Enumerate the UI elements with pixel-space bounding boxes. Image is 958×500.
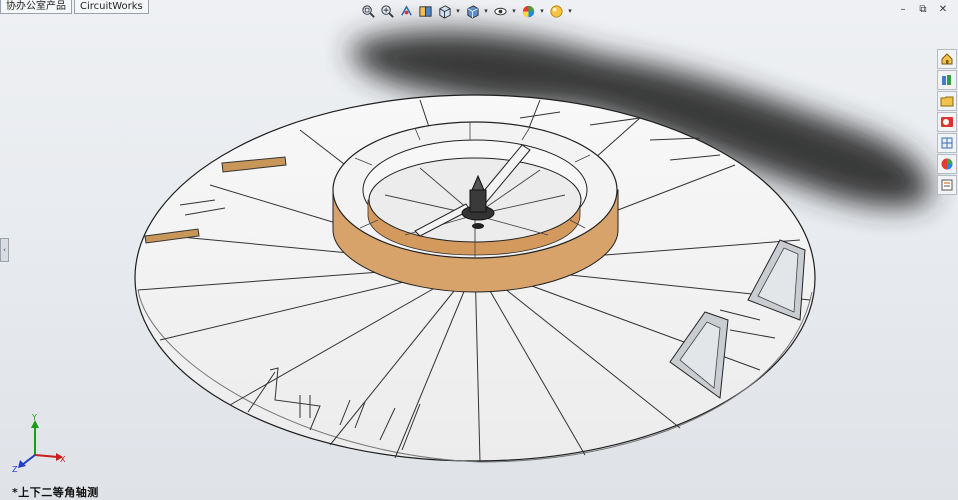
file-explorer-icon[interactable] [937,91,957,111]
restore-button[interactable]: ⧉ [916,4,930,15]
close-button[interactable]: ✕ [936,4,950,15]
window-controls: – ⧉ ✕ [896,4,950,15]
chevron-down-icon[interactable]: ▾ [455,3,461,19]
triad-x-label: X [60,455,66,464]
graphics-area[interactable]: Y X Z [0,0,958,500]
appearances-icon[interactable] [937,154,957,174]
heads-up-view-toolbar: ▾ ▾ ▾ ▾ ▾ [360,2,573,20]
search-icon[interactable] [937,112,957,132]
minimize-button[interactable]: – [896,4,910,15]
task-pane-tabs [937,49,957,195]
triad-y-label: Y [31,413,37,422]
design-library-icon[interactable] [937,70,957,90]
chevron-down-icon[interactable]: ▾ [511,3,517,19]
previous-view-icon[interactable] [398,3,414,19]
view-palette-icon[interactable] [937,133,957,153]
triad-z-label: Z [12,465,18,474]
feature-manager-collapse-handle[interactable]: ‹ [0,238,9,262]
view-orientation-icon[interactable] [436,3,452,19]
zoom-to-fit-icon[interactable] [360,3,376,19]
display-style-icon[interactable] [464,3,480,19]
view-orientation-label: *上下二等角轴测 [12,486,99,499]
edit-appearance-icon[interactable] [520,3,536,19]
home-icon[interactable] [937,49,957,69]
tab-office-products[interactable]: 协办公室产品 [0,0,72,14]
apply-scene-icon[interactable] [548,3,564,19]
custom-properties-icon[interactable] [937,175,957,195]
coordinate-triad: Y X Z [12,413,66,474]
chevron-down-icon[interactable]: ▾ [483,3,489,19]
section-view-icon[interactable] [417,3,433,19]
hide-show-items-icon[interactable] [492,3,508,19]
tab-circuitworks[interactable]: CircuitWorks [74,0,149,14]
chevron-down-icon[interactable]: ▾ [567,3,573,19]
command-tabs: 协办公室产品 CircuitWorks [0,0,151,14]
chevron-down-icon[interactable]: ▾ [539,3,545,19]
zoom-to-area-icon[interactable] [379,3,395,19]
